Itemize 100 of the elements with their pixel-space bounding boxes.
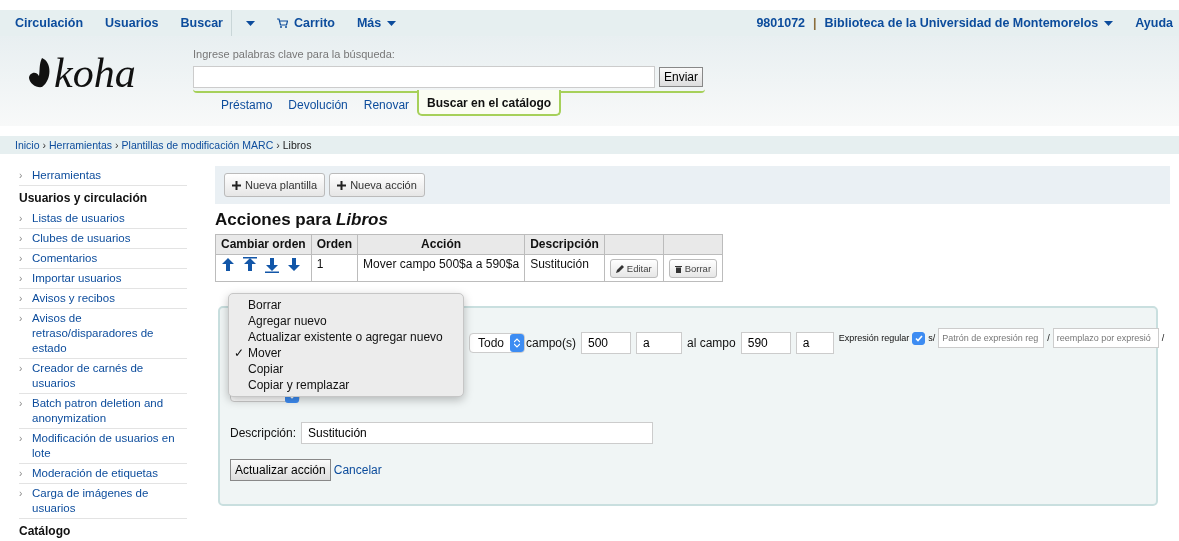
menu-option[interactable]: Agregar nuevo [248, 313, 327, 329]
nav-link[interactable]: Buscar [180, 16, 223, 30]
bullet-icon: › [19, 396, 32, 426]
nav-link[interactable]: Circulación [15, 16, 84, 30]
sidebar-link[interactable]: Batch patron deletion and anonymization [32, 396, 187, 426]
trash-icon [674, 264, 682, 273]
column-header: Acción [357, 234, 525, 255]
breadcrumb-link[interactable]: Herramientas [49, 139, 113, 151]
cart-icon [276, 18, 288, 28]
search-field[interactable] [193, 66, 655, 88]
nav-link[interactable]: Usuarios [105, 16, 159, 30]
pencil-icon [615, 264, 624, 273]
edit-button[interactable]: Editar [609, 259, 658, 278]
check-icon [914, 334, 923, 342]
breadcrumb-separator: › [115, 139, 119, 151]
drop-icon [28, 58, 52, 88]
bullet-icon: › [19, 466, 32, 481]
breadcrumb-link[interactable]: Inicio [15, 139, 40, 151]
regex-prefix: s/ [928, 333, 936, 343]
bullet-icon: › [19, 311, 32, 356]
menu-option[interactable]: Copiar y remplazar [248, 377, 350, 393]
bullet-icon: › [19, 251, 32, 266]
table-cell: Sustitución [524, 254, 605, 282]
delete-button[interactable]: Borrar [668, 259, 718, 278]
plus-icon [232, 180, 241, 190]
caret-icon [245, 20, 255, 26]
column-header: Orden [311, 234, 358, 255]
section-heading: Usuarios y circulación [19, 191, 149, 205]
search-tab[interactable]: Renovar [355, 93, 418, 116]
regex-suffix: / [1161, 333, 1165, 343]
nav-link[interactable]: Carrito [276, 16, 335, 30]
bullet-icon: › [19, 486, 32, 516]
field-input[interactable]: 500 [581, 332, 631, 354]
submit-button[interactable]: Enviar [659, 67, 703, 87]
sidebar-link[interactable]: Avisos de retraso/disparadores de estado [32, 311, 187, 356]
nav-dropdown[interactable]: Más [356, 16, 397, 30]
caret-icon [387, 20, 397, 26]
sidebar-link[interactable]: Creador de carnés de usuarios [32, 361, 187, 391]
column-header: Cambiar orden [215, 234, 312, 255]
help-link[interactable]: Ayuda [1135, 16, 1173, 30]
sidebar-link[interactable]: Avisos y recibos [32, 291, 115, 306]
sidebar-link[interactable]: Importar usuarios [32, 271, 122, 286]
pattern-field[interactable]: Patrón de expresión reg [938, 328, 1045, 348]
search-tab[interactable]: Devolución [280, 93, 356, 116]
column-header: Descripción [524, 234, 605, 255]
regex-separator: / [1047, 333, 1050, 343]
scope-select[interactable]: Todo [469, 333, 525, 353]
field-label: al campo [687, 335, 736, 352]
search-tab[interactable]: Buscar en el catálogo [417, 90, 562, 116]
toolbar-button[interactable]: Nueva acción [329, 173, 425, 197]
arrow-bottom-icon[interactable] [265, 257, 279, 273]
sidebar-link[interactable]: Carga de imágenes de usuarios [32, 486, 187, 516]
plus-icon [337, 180, 347, 190]
menu-option[interactable]: Copiar [248, 361, 284, 377]
check-mark-icon: ✓ [234, 345, 248, 361]
table-cell: Mover campo 500$a a 590$a [357, 254, 525, 282]
arrow-down-icon[interactable] [287, 257, 301, 273]
sidebar-link[interactable]: Listas de usuarios [32, 211, 125, 226]
bullet-icon: › [19, 291, 32, 306]
sidebar-link[interactable]: Herramientas [32, 168, 102, 183]
field-input[interactable]: 590 [740, 332, 791, 354]
sidebar-link[interactable]: Moderación de etiquetas [32, 466, 158, 481]
bullet-icon: › [19, 361, 32, 391]
sidebar-link[interactable]: Clubes de usuarios [32, 231, 131, 246]
breadcrumb-separator: › [42, 139, 46, 151]
user-link[interactable]: 9801072 [756, 16, 806, 30]
separator: | [813, 16, 817, 30]
toolbar-button[interactable]: Nueva plantilla [224, 173, 326, 197]
field-label: campo(s) [526, 335, 576, 352]
menu-option[interactable]: Actualizar existente o agregar nuevo [248, 329, 443, 345]
table-cell: 1 [311, 254, 358, 282]
replacement-field[interactable]: reemplazo por expresió [1052, 328, 1159, 348]
regex-label: Expresión regular [838, 333, 910, 343]
bullet-icon: › [19, 168, 32, 183]
arrow-top-icon[interactable] [243, 257, 257, 273]
search-label: Ingrese palabras clave para la búsqueda: [193, 48, 396, 60]
logo[interactable]: koha [28, 52, 136, 94]
caret-icon [1104, 20, 1114, 26]
menu-option[interactable]: Borrar [248, 297, 282, 313]
bullet-icon: › [19, 231, 32, 246]
breadcrumb-separator: › [276, 139, 280, 151]
bullet-icon: › [19, 431, 32, 461]
library-dropdown[interactable]: Biblioteca de la Universidad de Montemorelos [824, 16, 1114, 30]
checkbox[interactable] [912, 331, 926, 345]
subfield-input[interactable]: a [636, 332, 682, 354]
search-tab[interactable]: Préstamo [213, 93, 281, 116]
cancel-link[interactable]: Cancelar [333, 463, 382, 477]
description-label: Descripción: [230, 426, 297, 440]
bullet-icon: › [19, 271, 32, 286]
menu-option[interactable]: Mover [248, 345, 282, 361]
breadcrumb-link[interactable]: Plantillas de modificación MARC [121, 139, 274, 151]
description-field[interactable]: Sustitución [301, 422, 654, 444]
bullet-icon: › [19, 211, 32, 226]
sidebar-link[interactable]: Comentarios [32, 251, 98, 266]
update-button[interactable]: Actualizar acción [230, 459, 331, 481]
subfield-input[interactable]: a [795, 332, 834, 354]
sidebar-link[interactable]: Modificación de usuarios en lote [32, 431, 187, 461]
breadcrumb-current: Libros [282, 139, 312, 151]
arrow-up-icon[interactable] [221, 257, 235, 273]
page-heading: Acciones para Libros [215, 210, 389, 230]
